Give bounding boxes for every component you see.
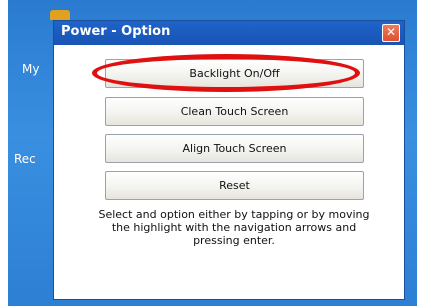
clean-touch-screen-button[interactable]: Clean Touch Screen	[105, 97, 364, 126]
screenshot-border-right	[417, 0, 425, 306]
close-button[interactable]: ✕	[382, 24, 400, 42]
desktop: My Rec Power - Option ✕ Backlight On/Off…	[8, 0, 417, 306]
backlight-toggle-button[interactable]: Backlight On/Off	[105, 59, 364, 88]
screenshot-border-left	[0, 0, 8, 306]
reset-button[interactable]: Reset	[105, 171, 364, 200]
desktop-label-my[interactable]: My	[22, 62, 39, 76]
dialog-titlebar[interactable]: Power - Option ✕	[54, 21, 404, 45]
help-text: Select and option either by tapping or b…	[98, 208, 370, 247]
align-touch-screen-button[interactable]: Align Touch Screen	[105, 134, 364, 163]
close-icon: ✕	[385, 25, 397, 39]
power-option-dialog: Power - Option ✕ Backlight On/Off Clean …	[53, 20, 405, 300]
desktop-folder-icon[interactable]	[50, 10, 70, 20]
desktop-label-rec[interactable]: Rec	[14, 152, 36, 166]
dialog-title: Power - Option	[61, 24, 171, 39]
